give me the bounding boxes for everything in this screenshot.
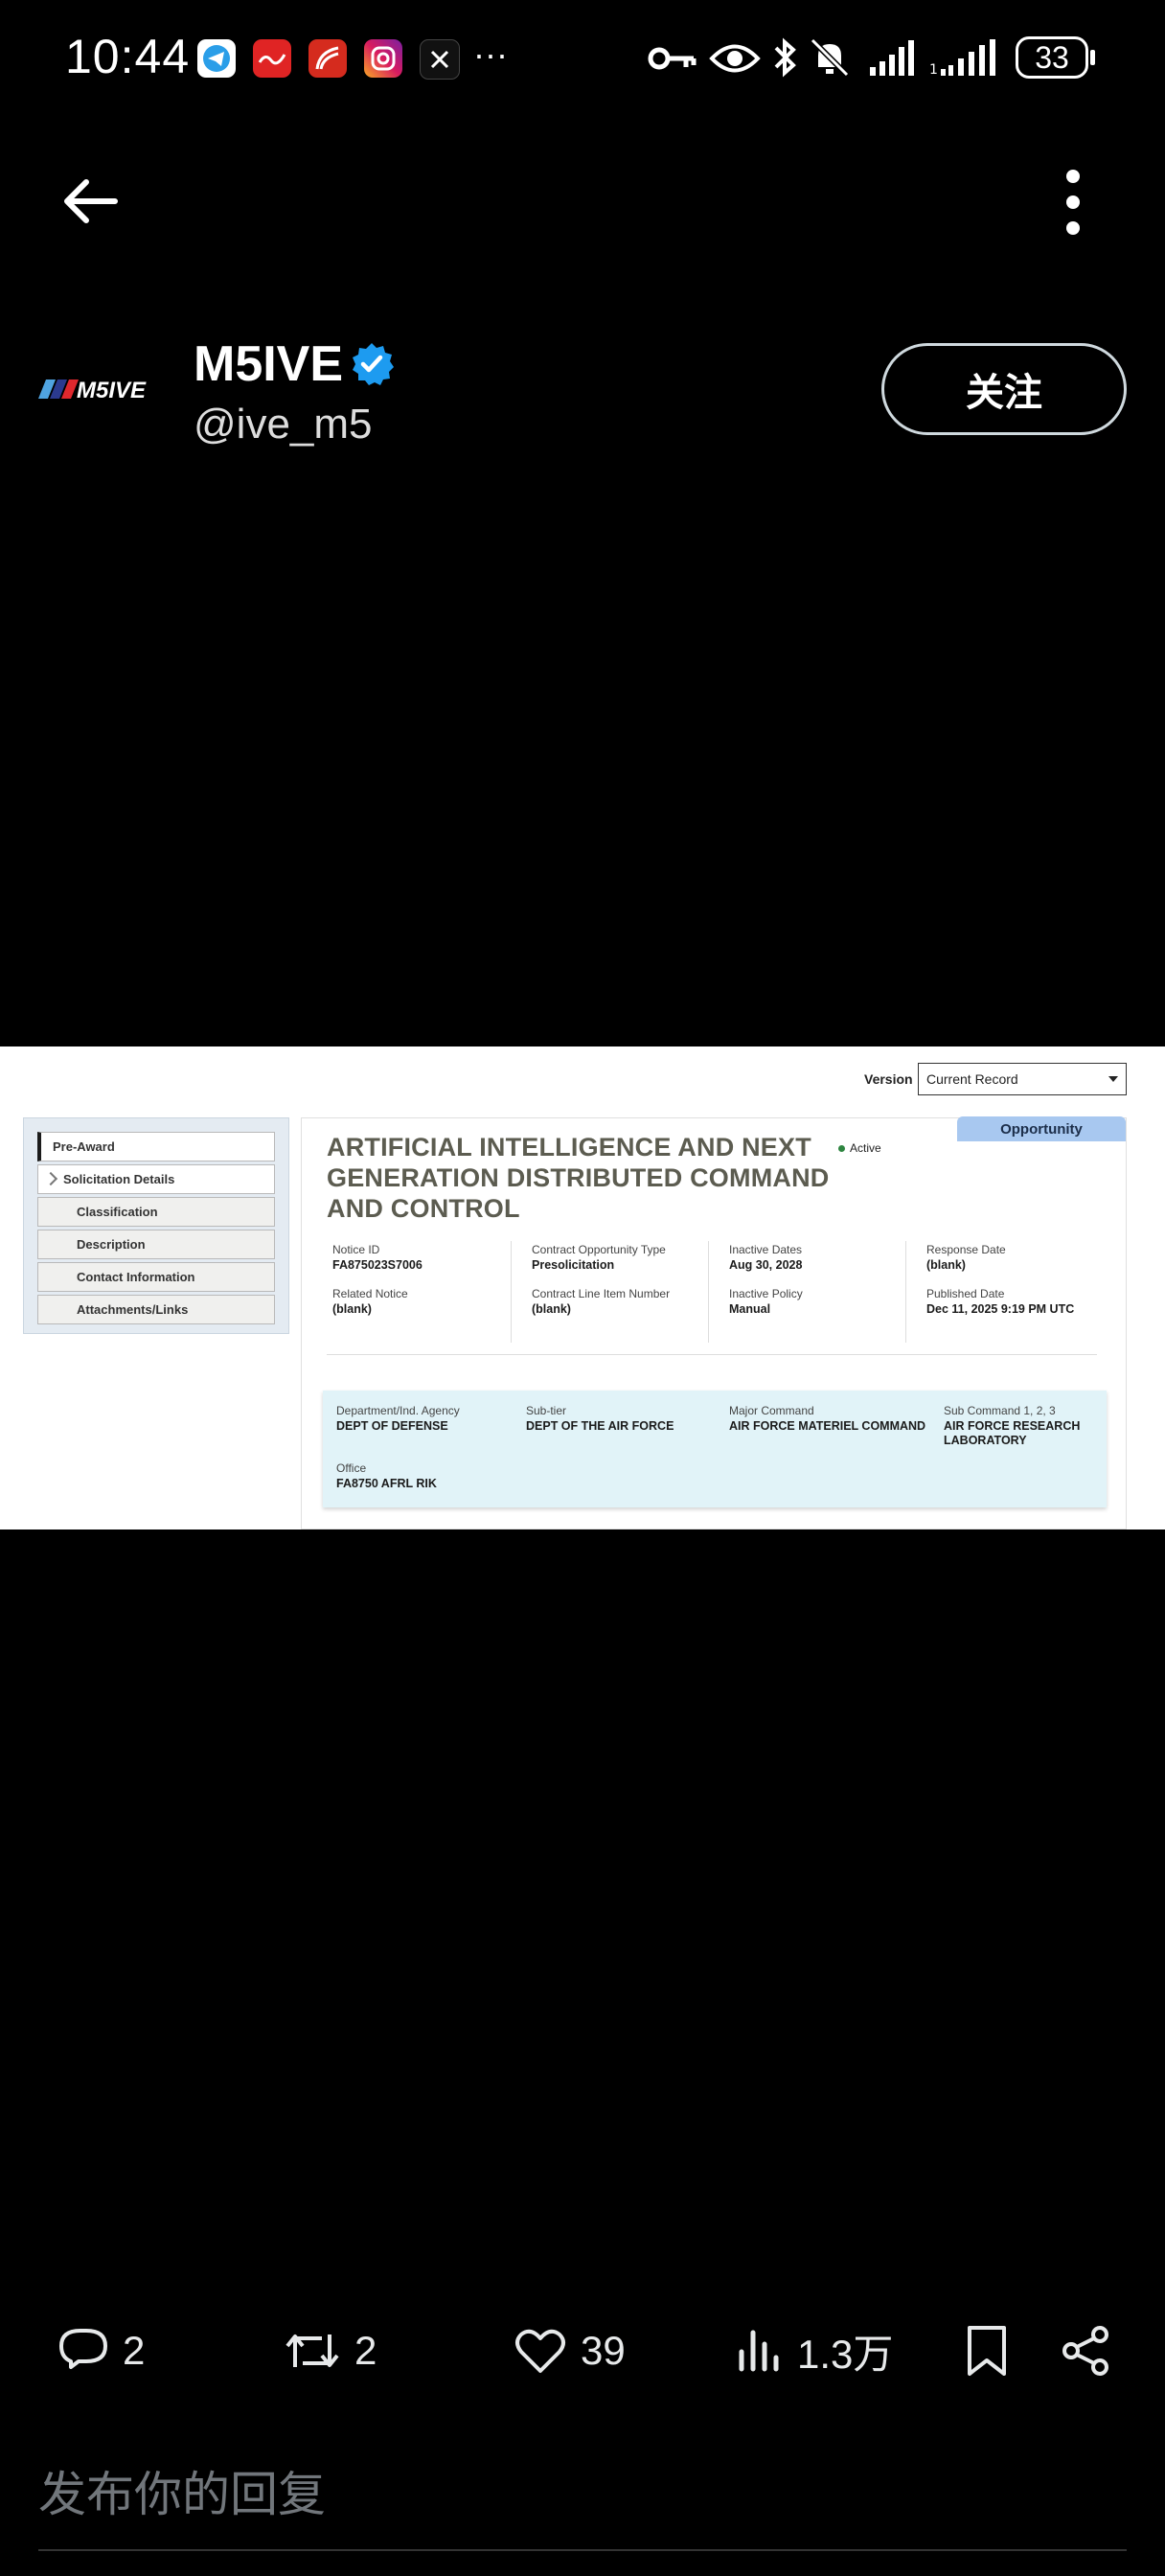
column-divider	[511, 1241, 512, 1343]
field-label: Notice ID	[332, 1243, 380, 1256]
repost-icon	[286, 2334, 339, 2367]
caret-down-icon	[1108, 1076, 1118, 1082]
version-select-value: Current Record	[926, 1071, 1018, 1087]
telegram-icon	[197, 39, 236, 78]
column-divider	[708, 1241, 709, 1343]
analytics-icon	[739, 2330, 779, 2372]
org-value: DEPT OF DEFENSE	[336, 1419, 448, 1433]
field-value: Manual	[729, 1302, 771, 1316]
opportunity-card: Opportunity ARTIFICIAL INTELLIGENCE AND …	[301, 1116, 1127, 1530]
heart-icon	[515, 2329, 565, 2373]
org-label: Department/Ind. Agency	[336, 1404, 460, 1417]
nav-item-contact-information: Contact Information	[37, 1262, 275, 1292]
more-notifications-icon: ···	[473, 34, 508, 74]
field-value: Aug 30, 2028	[729, 1258, 803, 1272]
org-value: AIR FORCE RESEARCH LABORATORY	[944, 1419, 1081, 1447]
like-button[interactable]: 39	[514, 2317, 626, 2384]
instagram-icon	[364, 39, 402, 78]
news-app-icon	[253, 39, 291, 78]
nav-item-description: Description	[37, 1230, 275, 1259]
display-name[interactable]: M5IVE	[194, 335, 343, 393]
avatar-text: M5IVE	[77, 378, 147, 403]
more-vertical-icon	[1066, 170, 1080, 235]
key-icon	[648, 47, 697, 70]
nav-item-label: Solicitation Details	[63, 1172, 175, 1186]
status-time: 10:44	[65, 30, 191, 83]
reply-input[interactable]	[38, 2463, 1127, 2526]
bluetooth-icon	[774, 37, 796, 78]
svg-text:1: 1	[929, 62, 938, 77]
field-value: FA875023S7006	[332, 1258, 423, 1272]
field-value: (blank)	[926, 1258, 966, 1272]
field-label: Contract Line Item Number	[532, 1287, 671, 1300]
bookmark-icon	[968, 2326, 1006, 2376]
field-label: Related Notice	[332, 1287, 408, 1300]
section-divider	[327, 1354, 1097, 1355]
nav-item-attachments-links: Attachments/Links	[37, 1295, 275, 1324]
field-label: Contract Opportunity Type	[532, 1243, 666, 1256]
side-navigation: Pre-Award Solicitation Details Classific…	[23, 1117, 289, 1334]
reply-button[interactable]: 2	[57, 2317, 145, 2384]
org-label: Major Command	[729, 1404, 814, 1417]
field-value: Presolicitation	[532, 1258, 615, 1272]
field-value: (blank)	[532, 1302, 571, 1316]
chevron-right-icon	[43, 1171, 58, 1186]
more-options-button[interactable]	[1054, 169, 1092, 236]
nav-item-pre-award: Pre-Award	[37, 1132, 275, 1162]
field-value: Dec 11, 2025 9:19 PM UTC	[926, 1302, 1075, 1316]
bookmark-button[interactable]	[964, 2317, 1010, 2384]
avatar[interactable]: M5IVE	[38, 362, 163, 416]
battery-tip	[1090, 50, 1095, 65]
status-dot-icon	[838, 1145, 845, 1152]
opportunity-tab: Opportunity	[957, 1116, 1126, 1141]
reply-icon	[59, 2329, 107, 2369]
user-handle[interactable]: @ive_m5	[194, 401, 373, 448]
share-icon	[1062, 2326, 1108, 2376]
weibo-icon	[308, 39, 347, 78]
organization-panel: Department/Ind. Agency DEPT OF DEFENSE S…	[323, 1391, 1107, 1507]
org-label: Sub Command 1, 2, 3	[944, 1404, 1056, 1417]
eye-icon	[709, 44, 761, 73]
nav-item-classification: Classification	[37, 1197, 275, 1227]
verified-badge-icon	[353, 343, 394, 385]
org-label: Office	[336, 1461, 367, 1475]
signal-icon: 1	[929, 39, 995, 77]
repost-count: 2	[354, 2328, 377, 2373]
repost-button[interactable]: 2	[284, 2317, 377, 2384]
views-button[interactable]: 1.3万	[736, 2317, 893, 2384]
org-value: FA8750 AFRL RIK	[336, 1477, 437, 1490]
view-count: 1.3万	[797, 2331, 894, 2377]
x-icon	[420, 39, 460, 80]
share-button[interactable]	[1060, 2317, 1111, 2384]
org-value: AIR FORCE MATERIEL COMMAND	[729, 1419, 926, 1433]
mute-icon	[810, 37, 850, 78]
reply-count: 2	[123, 2328, 146, 2373]
field-label: Inactive Policy	[729, 1287, 803, 1300]
like-count: 39	[581, 2328, 626, 2373]
status-badge: Active	[850, 1141, 881, 1155]
version-select: Current Record	[918, 1063, 1127, 1095]
status-bar: 10:44 ··· 1 33	[0, 0, 1165, 115]
field-value: (blank)	[332, 1302, 372, 1316]
nav-item-solicitation-details: Solicitation Details	[37, 1164, 275, 1194]
back-button[interactable]	[57, 172, 125, 230]
field-label: Inactive Dates	[729, 1243, 803, 1256]
reply-underline	[38, 2549, 1127, 2551]
post-media-image[interactable]: Version Current Record Pre-Award Solicit…	[0, 1046, 1165, 1530]
follow-button[interactable]: 关注	[881, 343, 1127, 435]
org-label: Sub-tier	[526, 1404, 567, 1417]
field-label: Response Date	[926, 1243, 1006, 1256]
arrow-left-icon	[64, 179, 118, 223]
battery-indicator: 33	[1016, 36, 1088, 79]
signal-icon	[870, 40, 914, 76]
column-divider	[905, 1241, 906, 1343]
opportunity-title: ARTIFICIAL INTELLIGENCE AND NEXT GENERAT…	[327, 1133, 830, 1223]
org-value: DEPT OF THE AIR FORCE	[526, 1419, 674, 1433]
field-label: Published Date	[926, 1287, 1005, 1300]
version-label: Version	[864, 1071, 913, 1087]
